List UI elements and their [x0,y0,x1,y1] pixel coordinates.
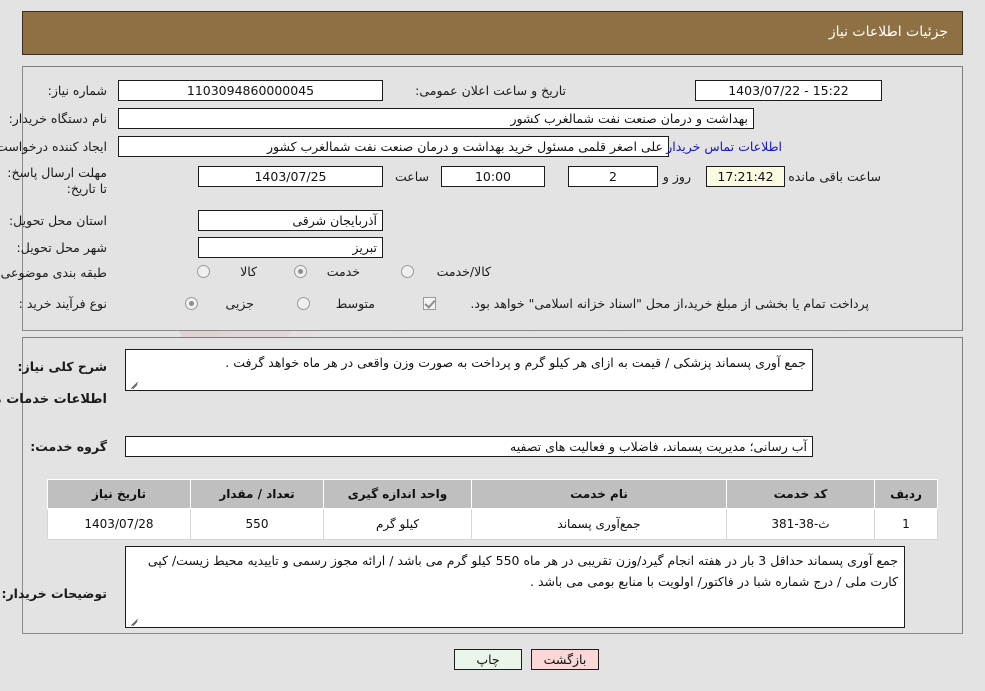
col-service-code: کد خدمت [726,479,875,509]
page-header-bar: جزئیات اطلاعات نیاز [22,11,963,55]
remaining-hours-label: ساعت باقی مانده [788,169,881,184]
remaining-days-value[interactable]: 2 [568,166,658,187]
deadline-date-value[interactable]: 1403/07/25 [198,166,383,187]
request-creator-value[interactable]: علی اصغر قلمی مسئول خرید بهداشت و درمان … [118,136,669,157]
col-row-no: ردیف [874,479,938,509]
col-quantity: تعداد / مقدار [190,479,324,509]
need-summary-text: جمع آوری پسماند پزشکی / قیمت به ازای هر … [225,355,806,370]
buyer-notes-textarea[interactable]: جمع آوری پسماند حداقل 3 بار در هفته انجا… [125,546,905,628]
back-button[interactable]: بازگشت [531,649,599,670]
delivery-province-value[interactable]: آذربایجان شرقی [198,210,383,231]
cell-row-no: 1 [874,508,938,540]
subject-category-label: طبقه بندی موضوعی: [0,265,107,280]
services-table: ردیف کد خدمت نام خدمت واحد اندازه گیری ت… [47,479,938,540]
need-summary-textarea[interactable]: جمع آوری پسماند پزشکی / قیمت به ازای هر … [125,349,813,391]
page-root: AriaTender.net جزئیات اطلاعات نیاز شماره… [0,0,985,691]
cell-unit: کیلو گرم [323,508,472,540]
purchase-process-label: نوع فرآیند خرید : [18,296,107,311]
deadline-hour-label: ساعت [394,169,429,184]
request-creator-label: ایجاد کننده درخواست: [0,139,107,154]
cell-service-name: جمع‌آوری پسماند [471,508,727,540]
cell-service-code: ث-38-381 [726,508,875,540]
radio-category-goods[interactable] [197,265,210,278]
treasury-bond-checkbox[interactable] [423,297,436,310]
table-header-row: ردیف کد خدمت نام خدمت واحد اندازه گیری ت… [47,479,938,509]
delivery-province-label: استان محل تحویل: [8,213,107,228]
radio-process-minor-label: جزیی [225,296,254,311]
buyer-org-value[interactable]: بهداشت و درمان صنعت نفت شمالغرب کشور [118,108,754,129]
col-need-date: تاریخ نیاز [47,479,191,509]
need-summary-label: شرح کلی نیاز: [17,359,107,374]
buyer-notes-text: جمع آوری پسماند حداقل 3 بار در هفته انجا… [147,553,898,589]
countdown-timer: 17:21:42 [706,166,785,187]
radio-category-goods-service-label: کالا/خدمت [436,264,491,279]
radio-process-medium[interactable] [297,297,310,310]
deadline-label: مهلت ارسال پاسخ: تا تاریخ: [7,165,107,196]
need-info-panel [22,66,963,331]
delivery-city-value[interactable]: تبریز [198,237,383,258]
radio-category-service[interactable] [294,265,307,278]
buyer-notes-label: توضیحات خریدار: [1,586,107,601]
cell-need-date: 1403/07/28 [47,508,191,540]
resize-grip-icon[interactable] [129,377,141,389]
col-unit: واحد اندازه گیری [323,479,472,509]
radio-process-medium-label: متوسط [335,296,375,311]
treasury-bond-label: پرداخت تمام یا بخشی از مبلغ خرید،از محل … [470,296,869,311]
need-number-value[interactable]: 1103094860000045 [118,80,383,101]
public-announce-value[interactable]: 15:22 - 1403/07/22 [695,80,882,101]
radio-category-goods-label: کالا [240,264,257,279]
print-button[interactable]: چاپ [454,649,522,670]
buyer-contact-link[interactable]: اطلاعات تماس خریدار [666,139,782,155]
page-title: جزئیات اطلاعات نیاز [828,24,948,40]
radio-category-service-label: خدمت [326,264,360,279]
col-service-name: نام خدمت [471,479,727,509]
public-announce-label: تاریخ و ساعت اعلان عمومی: [415,83,566,98]
resize-grip-icon[interactable] [129,614,141,626]
service-group-value[interactable]: آب رسانی؛ مدیریت پسماند، فاضلاب و فعالیت… [125,436,813,457]
need-number-label: شماره نیاز: [47,83,107,98]
services-heading: اطلاعات خدمات مورد نیاز [0,392,107,407]
delivery-city-label: شهر محل تحویل: [16,240,107,255]
table-row: 1 ث-38-381 جمع‌آوری پسماند کیلو گرم 550 … [47,508,938,540]
service-group-label: گروه خدمت: [30,439,107,454]
buyer-org-label: نام دستگاه خریدار: [8,111,107,126]
deadline-time-value[interactable]: 10:00 [441,166,545,187]
cell-quantity: 550 [190,508,324,540]
radio-category-goods-service[interactable] [401,265,414,278]
remaining-days-label: روز و [662,169,691,184]
radio-process-minor[interactable] [185,297,198,310]
